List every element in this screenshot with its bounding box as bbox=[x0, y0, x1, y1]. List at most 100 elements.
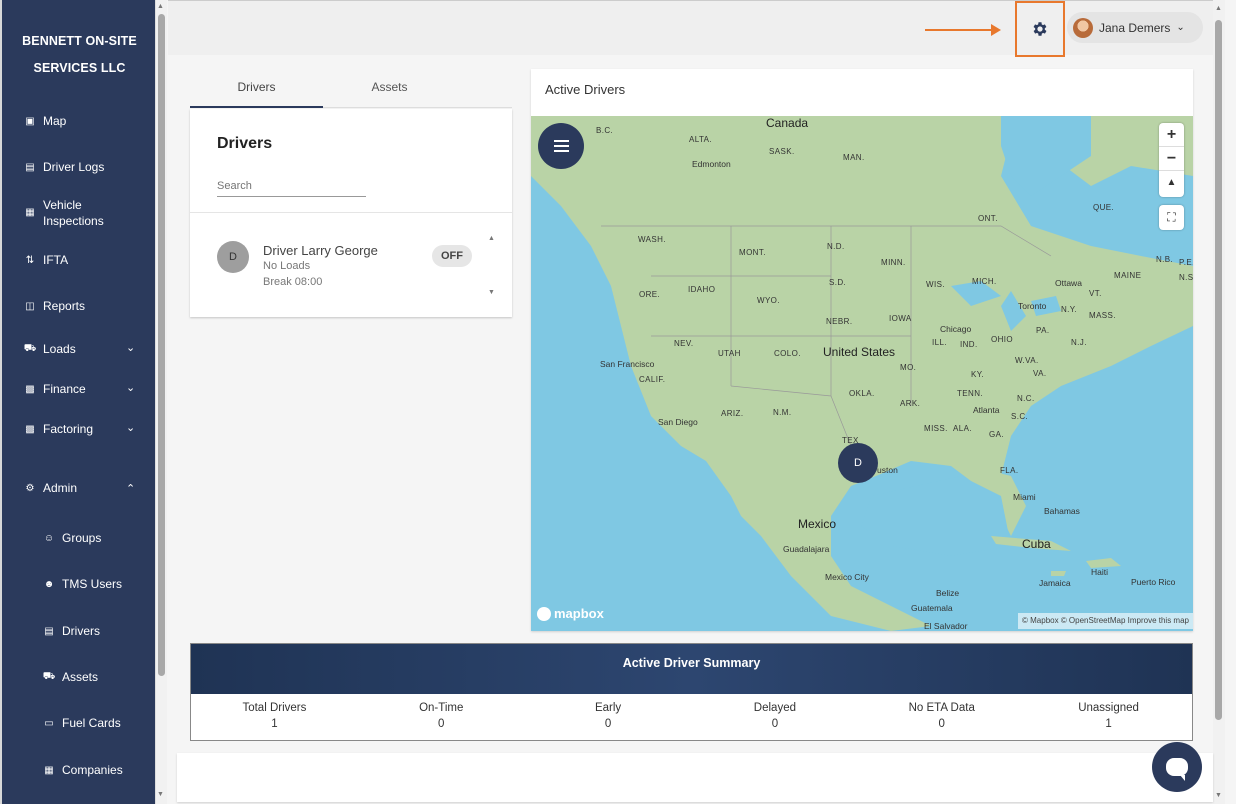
sidebar-item-factoring[interactable]: ▩ Factoring ⌄ bbox=[24, 422, 135, 436]
map-label-minn: MINN. bbox=[881, 258, 906, 267]
map-label-ark: ARK. bbox=[900, 399, 921, 408]
map-label-wyo: WYO. bbox=[757, 296, 780, 305]
sidebar-item-ifta[interactable]: ⇅ IFTA bbox=[24, 253, 68, 267]
driver-status-detail: Break 08:00 bbox=[263, 276, 323, 288]
map-label-colo: COLO. bbox=[774, 349, 801, 358]
sidebar-item-reports[interactable]: ◫ Reports bbox=[24, 299, 85, 313]
chevron-down-icon: ⌄ bbox=[1176, 22, 1185, 33]
active-driver-summary: Active Driver Summary Total Drivers 1 On… bbox=[190, 643, 1193, 741]
list-scroll-up-icon[interactable]: ▲ bbox=[488, 235, 495, 242]
sidebar-item-finance[interactable]: ▩ Finance ⌄ bbox=[24, 382, 135, 396]
scroll-down-arrow-icon[interactable]: ▼ bbox=[157, 791, 164, 798]
map-label-ala: ALA. bbox=[953, 424, 972, 433]
map-menu-button[interactable] bbox=[538, 123, 584, 169]
status-badge[interactable]: OFF bbox=[432, 245, 472, 267]
sidebar-scroll-thumb[interactable] bbox=[158, 14, 165, 676]
driver-list-item[interactable]: D Driver Larry George No Loads Break 08:… bbox=[190, 227, 490, 297]
map-label-ore: ORE. bbox=[639, 290, 661, 299]
search-input[interactable] bbox=[217, 175, 366, 197]
sidebar-item-driver-logs[interactable]: ▤ Driver Logs bbox=[24, 160, 104, 174]
scroll-up-arrow-icon[interactable]: ▲ bbox=[1215, 5, 1222, 12]
user-menu[interactable]: Jana Demers ⌄ bbox=[1067, 12, 1203, 43]
map-label-mexico-city: Mexico City bbox=[825, 572, 869, 582]
ifta-icon: ⇅ bbox=[25, 254, 35, 266]
map-label-nm: N.M. bbox=[773, 408, 792, 417]
map-label-mass: MASS. bbox=[1089, 311, 1116, 320]
sidebar-item-loads[interactable]: ⛟ Loads ⌄ bbox=[23, 342, 136, 356]
scroll-up-arrow-icon[interactable]: ▲ bbox=[157, 3, 164, 10]
compass-button[interactable]: ▲ bbox=[1159, 171, 1184, 195]
map[interactable]: Canada United States Mexico Cuba B.C. AL… bbox=[531, 116, 1193, 631]
map-label-ind: IND. bbox=[960, 340, 978, 349]
mapbox-icon bbox=[537, 606, 551, 621]
card-icon: ▭ bbox=[44, 717, 54, 729]
sidebar-item-vehicle-inspections[interactable]: ▦ Vehicle Inspections bbox=[24, 197, 103, 229]
map-label-wva: W.VA. bbox=[1015, 356, 1039, 365]
summary-unassigned: Unassigned 1 bbox=[1078, 702, 1139, 730]
map-label-ariz: ARIZ. bbox=[721, 409, 744, 418]
map-label-ohio: OHIO bbox=[991, 335, 1014, 344]
main-scrollbar[interactable]: ▲ ▼ bbox=[1213, 0, 1225, 804]
map-label-atlanta: Atlanta bbox=[973, 405, 1000, 415]
divider bbox=[190, 212, 512, 213]
summary-title: Active Driver Summary bbox=[191, 644, 1192, 694]
mapbox-logo: mapbox bbox=[537, 606, 604, 621]
map-label-ky: KY. bbox=[971, 370, 985, 379]
inspection-icon: ▦ bbox=[25, 207, 35, 218]
map-label-san-diego: San Diego bbox=[658, 417, 698, 427]
map-label-bahamas: Bahamas bbox=[1044, 506, 1080, 516]
map-label-nebr: NEBR. bbox=[826, 317, 853, 326]
map-title: Active Drivers bbox=[545, 82, 626, 97]
map-label-chicago: Chicago bbox=[940, 324, 972, 334]
list-scroll-down-icon[interactable]: ▼ bbox=[488, 289, 495, 296]
map-label-va: VA. bbox=[1033, 369, 1047, 378]
tab-drivers[interactable]: Drivers bbox=[190, 70, 323, 108]
sidebar-subitem-groups[interactable]: ☺ Groups bbox=[42, 531, 101, 545]
scroll-down-arrow-icon[interactable]: ▼ bbox=[1215, 792, 1222, 799]
sidebar-item-map[interactable]: ▣ Map bbox=[24, 114, 66, 128]
chat-button[interactable] bbox=[1152, 742, 1202, 792]
company-name: BENNETT ON-SITE SERVICES LLC bbox=[22, 34, 137, 75]
map-label-idaho: IDAHO bbox=[688, 285, 716, 294]
sidebar-item-admin[interactable]: ⚙ Admin ⌃ bbox=[24, 481, 136, 495]
factoring-icon: ▩ bbox=[25, 423, 35, 435]
map-label-alta: ALTA. bbox=[689, 135, 713, 144]
fullscreen-button[interactable]: ⛶ bbox=[1159, 205, 1184, 230]
tab-assets[interactable]: Assets bbox=[323, 70, 456, 108]
map-label-ill: ILL. bbox=[932, 338, 947, 347]
drivers-card: Drivers D Driver Larry George No Loads B… bbox=[190, 109, 512, 317]
driver-map-marker[interactable]: D bbox=[838, 443, 878, 483]
zoom-out-button[interactable]: − bbox=[1159, 147, 1184, 171]
map-attribution[interactable]: © Mapbox © OpenStreetMap Improve this ma… bbox=[1018, 613, 1193, 629]
annotation-arrow bbox=[925, 29, 993, 31]
map-label-mexico: Mexico bbox=[798, 517, 837, 531]
sidebar-subitem-tms-users[interactable]: ☻ TMS Users bbox=[42, 577, 122, 591]
truck-icon: ⛟ bbox=[23, 342, 37, 354]
map-label-que: QUE. bbox=[1093, 203, 1115, 212]
main-scroll-thumb[interactable] bbox=[1215, 20, 1222, 720]
map-label-nev: NEV. bbox=[674, 339, 694, 348]
map-label-el-salvador: El Salvador bbox=[924, 621, 968, 631]
summary-delayed: Delayed 0 bbox=[753, 702, 796, 730]
sidebar-scrollbar[interactable]: ▲ ▼ bbox=[155, 0, 167, 804]
gear-icon bbox=[1033, 22, 1047, 36]
map-label-tenn: TENN. bbox=[957, 389, 983, 398]
map-label-sc: S.C. bbox=[1011, 412, 1029, 421]
driver-avatar: D bbox=[217, 241, 249, 273]
map-label-bc: B.C. bbox=[596, 126, 614, 135]
map-land bbox=[531, 116, 1193, 631]
zoom-in-button[interactable]: + bbox=[1159, 123, 1184, 147]
map-label-maine: MAINE bbox=[1114, 271, 1142, 280]
sidebar-subitem-companies[interactable]: ▦ Companies bbox=[42, 763, 122, 777]
chevron-down-icon: ⌄ bbox=[126, 342, 136, 354]
sidebar-subitem-assets[interactable]: ⛟ Assets bbox=[42, 670, 98, 684]
map-label-toronto: Toronto bbox=[1018, 301, 1047, 311]
map-label-nc: N.C. bbox=[1017, 394, 1035, 403]
map-label-calif: CALIF. bbox=[639, 375, 666, 384]
sidebar-subitem-drivers[interactable]: ▤ Drivers bbox=[42, 624, 100, 638]
settings-button[interactable] bbox=[1015, 1, 1065, 57]
map-label-iowa: IOWA bbox=[889, 314, 912, 323]
sidebar-subitem-fuel-cards[interactable]: ▭ Fuel Cards bbox=[42, 716, 120, 730]
summary-early: Early 0 bbox=[594, 702, 622, 730]
map-label-canada: Canada bbox=[766, 116, 809, 130]
